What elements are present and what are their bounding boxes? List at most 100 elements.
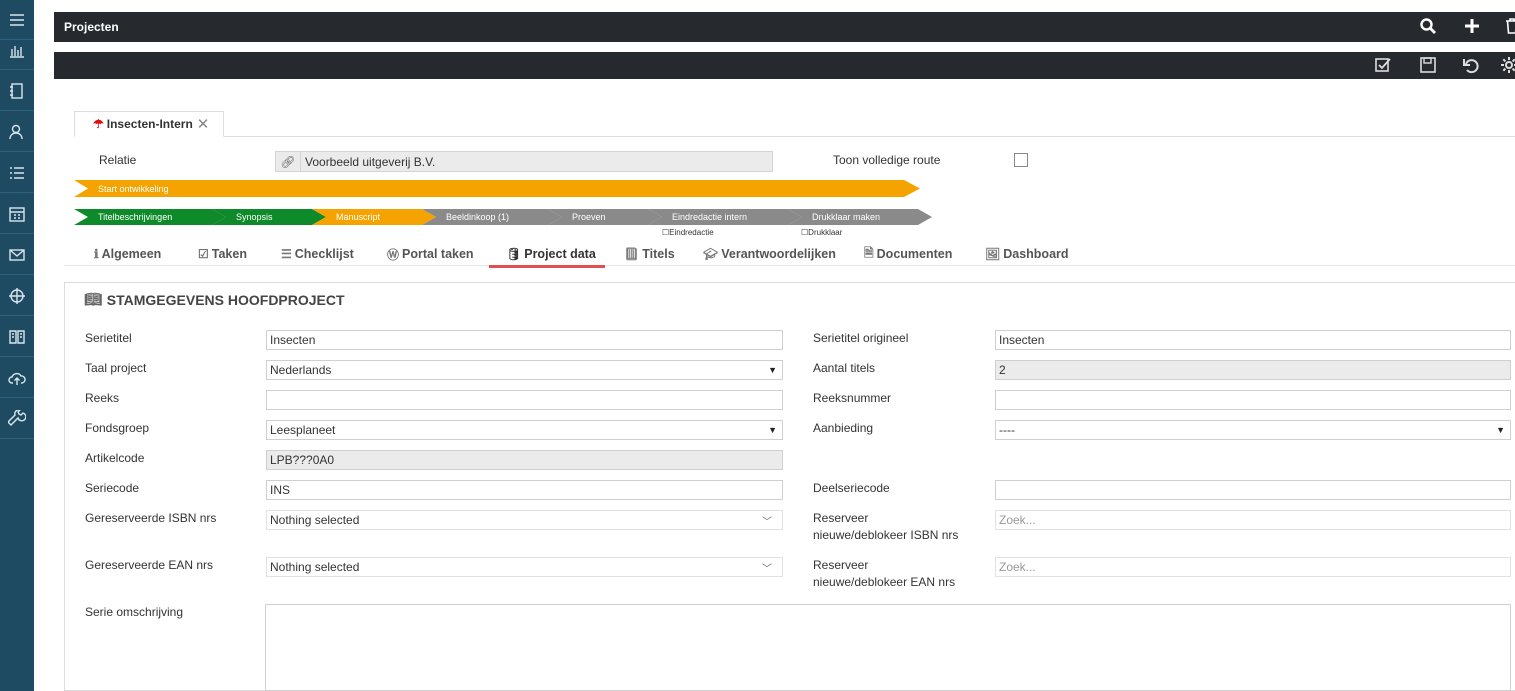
relatie-value: Voorbeeld uitgeverij B.V. — [305, 154, 436, 169]
link-icon[interactable]: 🔗︎ — [276, 152, 301, 171]
tab-label: Documenten — [876, 247, 953, 261]
isbn-value: Nothing selected — [270, 513, 360, 527]
reserveer-isbn-label: Reserveer nieuwe/deblokeer ISBN nrs — [813, 510, 958, 544]
phase-label: Start ontwikkeling — [98, 183, 169, 194]
seriecode-input[interactable]: INS — [266, 480, 783, 500]
trash-icon[interactable] — [1500, 14, 1515, 38]
tabs-divider — [64, 265, 1515, 266]
reeks-input[interactable] — [266, 390, 783, 410]
stage-label: Synopsis — [236, 212, 273, 222]
list-icon: ☰ — [281, 247, 292, 261]
calendar-icon[interactable] — [0, 194, 34, 234]
reeksnummer-input[interactable] — [995, 390, 1511, 410]
fondsgroep-value: Leesplaneet — [270, 423, 336, 437]
tab-label: Project data — [524, 247, 596, 261]
tab-portal-taken[interactable]: Ⓦ Portal taken — [387, 244, 474, 264]
document-tab[interactable]: ☂ Insecten-Intern ✕ — [74, 111, 224, 137]
serietitel-orig-input[interactable]: Insecten — [995, 330, 1511, 350]
save-icon[interactable] — [1416, 53, 1440, 77]
serietitel-input[interactable]: Insecten — [266, 330, 783, 350]
fondsgroep-label: Fondsgroep — [85, 421, 150, 435]
stage-proeven[interactable]: Proeven — [548, 209, 662, 225]
stage-titelbeschrijvingen[interactable]: Titelbeschrijvingen — [74, 209, 226, 225]
chevron-down-icon: ﹀ — [762, 563, 772, 575]
dropdown-arrow-icon: ▼ — [768, 365, 777, 375]
tab-dashboard[interactable]: 🖼︎ Dashboard — [985, 244, 1069, 264]
tab-project-data[interactable]: 🛢︎ Project data — [506, 244, 596, 264]
stage-beeldinkoop[interactable]: Beeldinkoop (1) — [422, 209, 562, 225]
stage-eindredactie[interactable]: Eindredactie intern — [648, 209, 802, 225]
checkbox-icon: ☑ — [198, 247, 209, 261]
doc-tab-divider — [74, 136, 1515, 137]
tab-taken[interactable]: ☑ Taken — [198, 244, 247, 264]
deelseriecode-label: Deelseriecode — [813, 481, 890, 495]
stage-label: Eindredactie intern — [672, 212, 748, 222]
tab-label: Portal taken — [402, 247, 474, 261]
bar-chart-icon[interactable] — [0, 30, 34, 70]
route-checkbox[interactable] — [1014, 153, 1028, 167]
route-label: Toon volledige route — [833, 153, 941, 167]
database-icon: 🛢︎ — [506, 247, 522, 261]
stage-drukklaar[interactable]: Drukklaar maken — [788, 209, 932, 225]
stage-synopsis[interactable]: Synopsis — [212, 209, 326, 225]
omschrijving-textarea[interactable] — [265, 604, 1511, 691]
crosshair-icon[interactable] — [0, 276, 34, 316]
tab-label: Checklijst — [294, 247, 354, 261]
stage-label: Proeven — [572, 212, 606, 222]
gear-icon[interactable] — [1497, 53, 1515, 77]
cloud-upload-icon[interactable] — [0, 358, 34, 398]
wrench-icon[interactable] — [0, 399, 34, 439]
tab-label: Verantwoordelijken — [721, 247, 836, 261]
tab-titels[interactable]: 📕︎ Titels — [624, 244, 675, 264]
tab-label: Dashboard — [1003, 247, 1069, 261]
list-icon[interactable] — [0, 153, 34, 193]
fondsgroep-select[interactable]: Leesplaneet ▼ — [266, 420, 783, 440]
aanbieding-value: ---- — [999, 423, 1015, 437]
serietitel-label: Serietitel — [85, 331, 132, 345]
page-title: Projecten — [64, 20, 119, 34]
reserveer-isbn-search[interactable]: Zoek... — [995, 510, 1511, 530]
users-icon[interactable] — [0, 112, 34, 152]
ean-multiselect[interactable]: Nothing selected ﹀ — [266, 557, 783, 577]
mail-icon[interactable] — [0, 235, 34, 275]
artikelcode-label: Artikelcode — [85, 451, 145, 465]
stage-manuscript[interactable]: Manuscript — [312, 209, 436, 225]
dropdown-arrow-icon: ▼ — [768, 425, 777, 435]
subnote-text: Eindredactie — [669, 228, 714, 237]
undo-icon[interactable] — [1459, 53, 1483, 77]
isbn-label: Gereserveerde ISBN nrs — [85, 511, 217, 525]
notebook-icon[interactable] — [0, 71, 34, 111]
tab-verantwoordelijken[interactable]: 🎓︎ Verantwoordelijken — [703, 244, 836, 264]
relatie-field[interactable]: 🔗︎ Voorbeeld uitgeverij B.V. — [275, 151, 773, 172]
isbn-multiselect[interactable]: Nothing selected ﹀ — [266, 510, 783, 530]
omschrijving-label: Serie omschrijving — [85, 605, 184, 619]
relatie-label: Relatie — [99, 153, 137, 167]
active-tab-indicator — [489, 265, 605, 268]
taal-select[interactable]: Nederlands ▼ — [266, 360, 783, 380]
stage-label: Beeldinkoop (1) — [446, 212, 510, 222]
book-icon[interactable] — [0, 317, 34, 357]
plus-icon[interactable] — [1460, 14, 1484, 38]
checklist-icon[interactable] — [1371, 53, 1395, 77]
taal-value: Nederlands — [270, 363, 332, 377]
panel-title: 📖︎ STAMGEGEVENS HOOFDPROJECT — [84, 291, 345, 308]
aanbieding-select[interactable]: ---- ▼ — [995, 420, 1511, 440]
label-line: nieuwe/deblokeer EAN nrs — [813, 575, 956, 589]
reserveer-ean-search[interactable]: Zoek... — [995, 557, 1511, 577]
stage-label: Drukklaar maken — [812, 212, 881, 222]
dropdown-arrow-icon: ▼ — [1496, 425, 1505, 435]
tab-checklijst[interactable]: ☰ Checklijst — [281, 244, 354, 264]
search-icon[interactable] — [1416, 14, 1440, 38]
book-icon: 📕︎ — [624, 247, 640, 261]
tab-documenten[interactable]: 🗎︎ Documenten — [864, 244, 952, 264]
tab-label: Taken — [211, 247, 247, 261]
deelseriecode-input[interactable] — [995, 480, 1511, 500]
document-icon: 🗎︎ — [864, 245, 874, 260]
close-icon[interactable]: ✕ — [197, 115, 210, 133]
serietitel-orig-label: Serietitel origineel — [813, 331, 909, 345]
tab-algemeen[interactable]: ℹ Algemeen — [94, 244, 161, 264]
aantal-titels-label: Aantal titels — [813, 361, 876, 375]
label-line: nieuwe/deblokeer ISBN nrs — [813, 528, 959, 542]
info-icon: ℹ — [94, 247, 99, 261]
ean-label: Gereserveerde EAN nrs — [85, 558, 214, 572]
